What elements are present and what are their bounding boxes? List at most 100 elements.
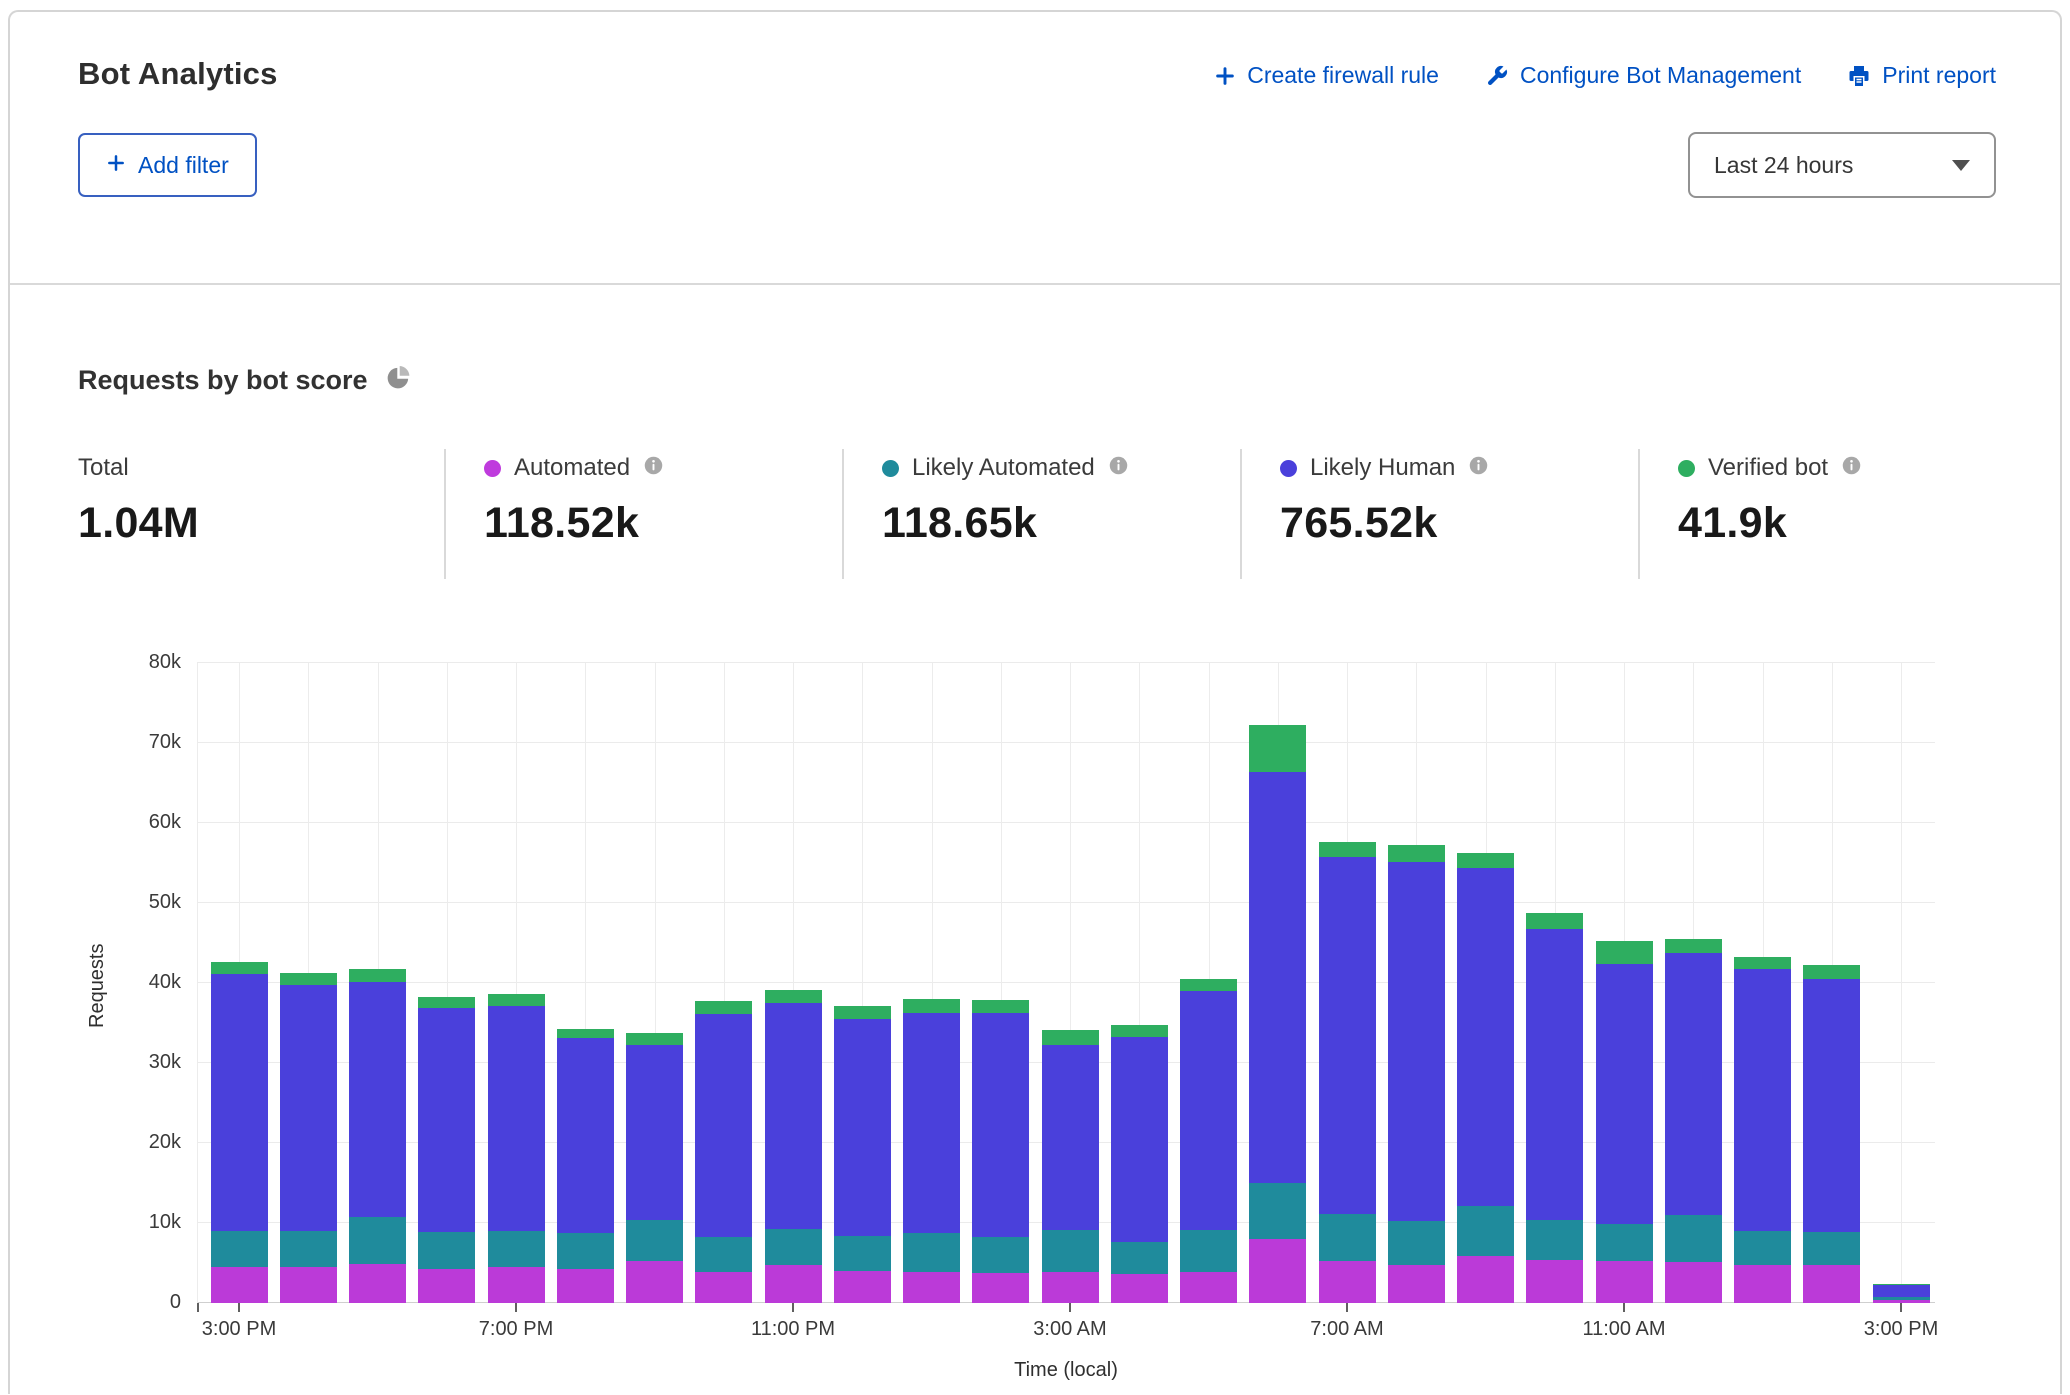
bar-200am[interactable]	[972, 663, 1029, 1303]
bar-800pm[interactable]	[557, 663, 614, 1303]
x-tick-label: 7:00 AM	[1310, 1318, 1383, 1341]
plot-area[interactable]: 010k20k30k40k50k60k70k80k3:00 PM7:00 PM1…	[197, 663, 1935, 1303]
segment-likely-human	[1111, 1037, 1168, 1243]
segment-verified-bot	[1665, 939, 1722, 953]
y-tick-label: 60k	[111, 811, 181, 834]
segment-likely-human	[1319, 857, 1376, 1214]
segment-likely-automated	[1319, 1214, 1376, 1261]
segment-automated	[1665, 1262, 1722, 1303]
bar-1000am[interactable]	[1526, 663, 1583, 1303]
segment-likely-human	[1734, 969, 1791, 1231]
segment-likely-human	[834, 1019, 891, 1236]
segment-likely-automated	[349, 1217, 406, 1263]
add-filter-button[interactable]: Add filter	[78, 133, 257, 197]
segment-likely-human	[1457, 868, 1514, 1206]
segment-verified-bot	[557, 1029, 614, 1039]
segment-verified-bot	[834, 1006, 891, 1019]
info-icon[interactable]	[1841, 455, 1862, 481]
bar-1200am[interactable]	[834, 663, 891, 1303]
action-label: Create firewall rule	[1247, 62, 1439, 89]
create-firewall-rule-link[interactable]: Create firewall rule	[1214, 62, 1439, 89]
segment-likely-automated	[1873, 1297, 1930, 1299]
segment-likely-human	[280, 985, 337, 1231]
segment-verified-bot	[1111, 1025, 1168, 1036]
stat-automated: Automated 118.52k	[444, 449, 842, 579]
bar-1000pm[interactable]	[695, 663, 752, 1303]
time-range-value: Last 24 hours	[1714, 152, 1853, 179]
segment-likely-automated	[626, 1220, 683, 1262]
segment-likely-human	[1526, 929, 1583, 1219]
x-tick	[238, 1303, 240, 1312]
info-icon[interactable]	[1468, 455, 1489, 481]
print-report-link[interactable]: Print report	[1847, 62, 1996, 89]
segment-likely-automated	[765, 1229, 822, 1265]
info-icon[interactable]	[1108, 455, 1129, 481]
segment-likely-human	[695, 1014, 752, 1236]
bar-700am[interactable]	[1319, 663, 1376, 1303]
bar-900pm[interactable]	[626, 663, 683, 1303]
header-actions: Create firewall rule Configure Bot Manag…	[1214, 62, 1996, 89]
bar-1100pm[interactable]	[765, 663, 822, 1303]
bar-1200pm[interactable]	[1665, 663, 1722, 1303]
wrench-icon	[1485, 64, 1509, 88]
segment-automated	[834, 1271, 891, 1303]
action-label: Print report	[1882, 62, 1996, 89]
configure-bot-management-link[interactable]: Configure Bot Management	[1485, 62, 1801, 89]
bar-200pm[interactable]	[1803, 663, 1860, 1303]
bar-300am[interactable]	[1042, 663, 1099, 1303]
stat-value: 1.04M	[78, 499, 444, 548]
bar-400am[interactable]	[1111, 663, 1168, 1303]
segment-likely-human	[488, 1006, 545, 1231]
segment-likely-human	[972, 1013, 1029, 1237]
requests-by-bot-score-chart: Requests 010k20k30k40k50k60k70k80k3:00 P…	[78, 603, 1996, 1395]
segment-likely-automated	[1526, 1220, 1583, 1260]
segment-automated	[1249, 1239, 1306, 1303]
bar-600am[interactable]	[1249, 663, 1306, 1303]
bar-800am[interactable]	[1388, 663, 1445, 1303]
plus-icon	[106, 152, 126, 179]
segment-automated	[1526, 1260, 1583, 1303]
segment-verified-bot	[626, 1033, 683, 1044]
x-tick	[792, 1303, 794, 1312]
bar-900am[interactable]	[1457, 663, 1514, 1303]
segment-likely-automated	[1042, 1230, 1099, 1272]
bot-analytics-card: Bot Analytics Create firewall rule Confi…	[8, 10, 2062, 1394]
segment-likely-automated	[903, 1233, 960, 1272]
stat-label: Verified bot	[1708, 454, 1828, 482]
bar-400pm[interactable]	[280, 663, 337, 1303]
time-range-dropdown[interactable]: Last 24 hours	[1688, 132, 1996, 198]
y-tick-label: 10k	[111, 1211, 181, 1234]
segment-automated	[557, 1269, 614, 1303]
x-tick	[1069, 1303, 1071, 1312]
y-tick-label: 30k	[111, 1051, 181, 1074]
bar-300pm[interactable]	[1873, 663, 1930, 1303]
x-tick	[515, 1303, 517, 1312]
bar-500am[interactable]	[1180, 663, 1237, 1303]
segment-likely-human	[765, 1003, 822, 1229]
segment-likely-human	[1042, 1045, 1099, 1231]
y-tick-label: 0	[111, 1291, 181, 1314]
segment-verified-bot	[418, 997, 475, 1008]
bar-100am[interactable]	[903, 663, 960, 1303]
segment-likely-automated	[211, 1231, 268, 1267]
x-gridline	[197, 663, 198, 1303]
bar-500pm[interactable]	[349, 663, 406, 1303]
bar-700pm[interactable]	[488, 663, 545, 1303]
plus-icon	[1214, 65, 1236, 87]
info-icon[interactable]	[643, 455, 664, 481]
segment-likely-automated	[972, 1237, 1029, 1273]
segment-likely-human	[1803, 979, 1860, 1232]
bar-1100am[interactable]	[1596, 663, 1653, 1303]
likely-human-legend-dot	[1280, 460, 1297, 477]
segment-verified-bot	[903, 999, 960, 1013]
bar-100pm[interactable]	[1734, 663, 1791, 1303]
bar-600pm[interactable]	[418, 663, 475, 1303]
y-tick-label: 80k	[111, 651, 181, 674]
stat-value: 41.9k	[1678, 499, 1862, 548]
segment-automated	[1388, 1265, 1445, 1303]
segment-likely-human	[1873, 1285, 1930, 1298]
bar-300pm[interactable]	[211, 663, 268, 1303]
y-axis-title: Requests	[86, 903, 112, 1069]
segment-verified-bot	[1526, 913, 1583, 929]
likely-automated-legend-dot	[882, 460, 899, 477]
